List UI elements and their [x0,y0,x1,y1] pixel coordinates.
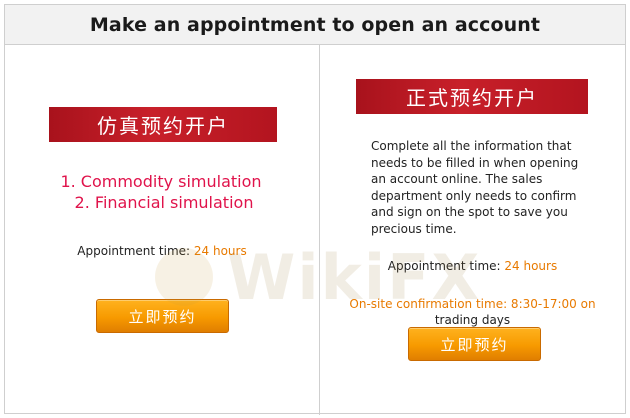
appointment-label: Appointment time: [77,244,191,258]
appointment-time-left: Appointment time: 24 hours [5,244,319,258]
simulation-banner: 仿真预约开户 [49,107,277,142]
table-header: Make an appointment to open an account [5,5,625,45]
book-simulation-button[interactable]: 立即预约 [96,299,229,333]
page-title: Make an appointment to open an account [89,13,541,36]
appointment-time-right: Appointment time: 24 hours [320,259,625,273]
appointment-table: Make an appointment to open an account 仿… [4,4,626,415]
onsite-confirmation-time: On-site confirmation time: 8:30-17:00 on… [320,296,625,328]
appointment-label: Appointment time: [387,259,501,273]
formal-banner: 正式预约开户 [356,79,588,114]
simulation-list: 1. Commodity simulation 2. Financial sim… [5,171,319,213]
appointment-value: 24 hours [193,244,247,258]
formal-account-panel: 正式预约开户 Complete all the information that… [320,46,625,414]
list-item-commodity: 1. Commodity simulation [60,172,262,191]
formal-description: Complete all the information that needs … [371,139,579,236]
simulation-account-panel: 仿真预约开户 1. Commodity simulation 2. Financ… [5,46,319,414]
onsite-line-1: On-site confirmation time: 8:30-17:00 on [349,297,596,311]
onsite-line-2: trading days [434,313,511,327]
book-formal-button[interactable]: 立即预约 [408,327,541,361]
list-item-financial: 2. Financial simulation [74,193,254,212]
appointment-value: 24 hours [504,259,558,273]
